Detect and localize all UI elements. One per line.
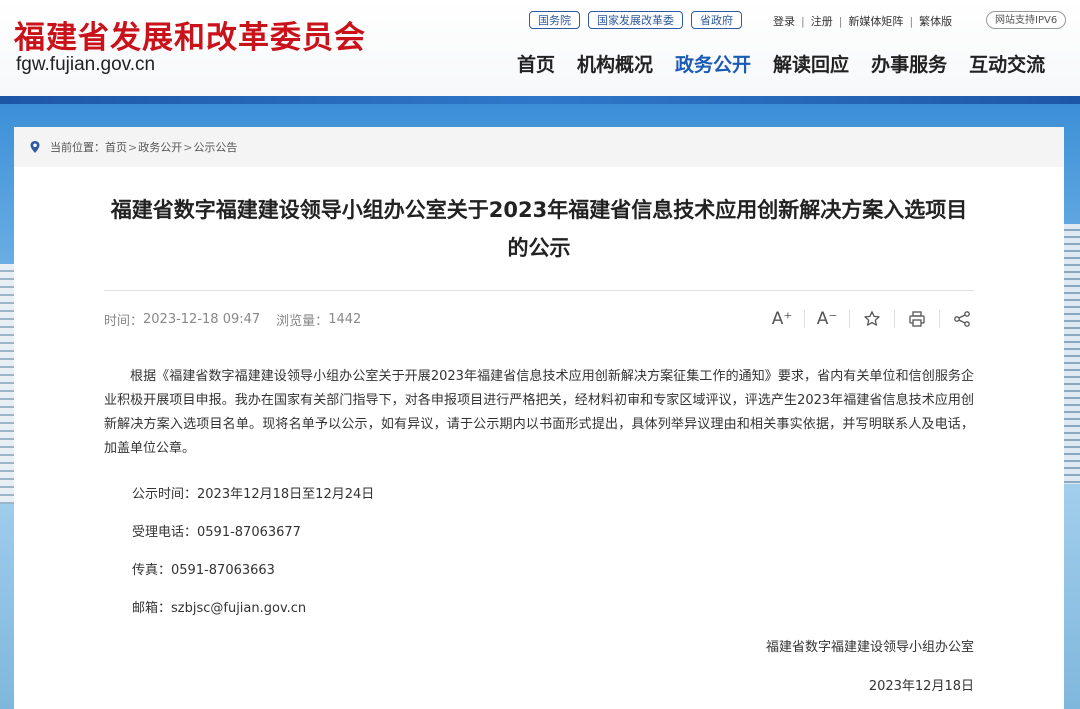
printer-icon	[909, 311, 925, 327]
star-icon	[864, 311, 880, 326]
site-logo-title[interactable]: 福建省发展和改革委员会	[14, 12, 366, 57]
views-label: 浏览量：	[276, 313, 329, 329]
font-decrease-button[interactable]: A⁻	[815, 307, 839, 331]
title-divider	[104, 290, 974, 291]
gov-link-state-council[interactable]: 国务院	[529, 11, 580, 29]
header-divider-bar	[0, 96, 1080, 104]
nav-interaction[interactable]: 互动交流	[969, 50, 1045, 77]
contact-phone: 受理电话：0591-87063677	[132, 525, 301, 540]
share-nodes-icon	[954, 311, 970, 327]
article-paragraph: 根据《福建省数字福建建设领导小组办公室关于开展2023年福建省信息技术应用创新解…	[104, 369, 974, 456]
contact-email: 邮箱：szbjsc@fujian.gov.cn	[132, 601, 307, 616]
contact-fax: 传真：0591-87063663	[132, 563, 275, 578]
views-value: 1442	[328, 311, 362, 327]
nav-about[interactable]: 机构概况	[577, 50, 653, 77]
gov-link-ndrc[interactable]: 国家发展改革委	[588, 11, 683, 29]
favorite-star-icon[interactable]	[860, 307, 884, 331]
print-icon[interactable]	[905, 307, 929, 331]
article-meta: 时间： 2023-12-18 09:47 浏览量： 1442 A⁺ A⁻	[104, 307, 974, 331]
share-icon[interactable]	[950, 307, 974, 331]
nav-home[interactable]: 首页	[517, 50, 555, 77]
divider	[939, 310, 940, 328]
divider	[894, 310, 895, 328]
ipv6-badge: 网站支持IPV6	[986, 11, 1067, 29]
breadcrumb-gov-affairs[interactable]: 政务公开	[138, 139, 182, 155]
new-media-link[interactable]: 新媒体矩阵	[848, 13, 903, 29]
time-value: 2023-12-18 09:47	[143, 311, 261, 327]
divider	[849, 310, 850, 328]
register-link[interactable]: 注册	[811, 13, 833, 29]
article-tools: A⁺ A⁻	[770, 307, 974, 331]
article-title: 福建省数字福建建设领导小组办公室关于2023年福建省信息技术应用创新解决方案入选…	[110, 198, 968, 260]
background-building	[1062, 224, 1080, 484]
divider: |	[909, 14, 914, 28]
nav-interpretation[interactable]: 解读回应	[773, 50, 849, 77]
nav-services[interactable]: 办事服务	[871, 50, 947, 77]
breadcrumb-separator: >	[128, 140, 138, 154]
login-link[interactable]: 登录	[773, 13, 795, 29]
font-increase-button[interactable]: A⁺	[770, 307, 794, 331]
breadcrumb-announcements[interactable]: 公示公告	[193, 139, 237, 155]
breadcrumb-home[interactable]: 首页	[105, 139, 127, 155]
divider: |	[801, 14, 805, 28]
divider	[804, 310, 805, 328]
breadcrumb-separator: >	[183, 140, 193, 154]
signature-date: 2023年12月18日	[868, 679, 974, 694]
traditional-chinese-link[interactable]: 繁体版	[919, 13, 952, 29]
article-body: 根据《福建省数字福建建设领导小组办公室关于开展2023年福建省信息技术应用创新解…	[104, 365, 974, 461]
divider: |	[838, 14, 843, 28]
site-logo-domain[interactable]: fgw.fujian.gov.cn	[16, 54, 155, 76]
signature-org: 福建省数字福建建设领导小组办公室	[765, 640, 974, 655]
breadcrumb-prefix: 当前位置：	[50, 141, 105, 154]
content-panel: 当前位置： 首页 > 政务公开 > 公示公告 福建省数字福建建设领导小组办公室关…	[14, 127, 1064, 709]
nav-gov-affairs[interactable]: 政务公开	[675, 50, 751, 77]
main-nav: 首页 机构概况 政务公开 解读回应 办事服务 互动交流	[517, 50, 1045, 77]
announcement-period: 公示时间：2023年12月18日至12月24日	[132, 487, 375, 502]
breadcrumb: 当前位置： 首页 > 政务公开 > 公示公告	[14, 127, 1064, 167]
user-links: 登录 | 注册 | 新媒体矩阵 | 繁体版	[773, 13, 952, 29]
gov-links: 国务院 国家发展改革委 省政府	[529, 11, 742, 29]
location-pin-icon	[30, 141, 40, 153]
gov-link-province[interactable]: 省政府	[691, 11, 742, 29]
site-header: 福建省发展和改革委员会 fgw.fujian.gov.cn 国务院 国家发展改革…	[0, 0, 1080, 96]
time-label: 时间：	[104, 313, 144, 329]
